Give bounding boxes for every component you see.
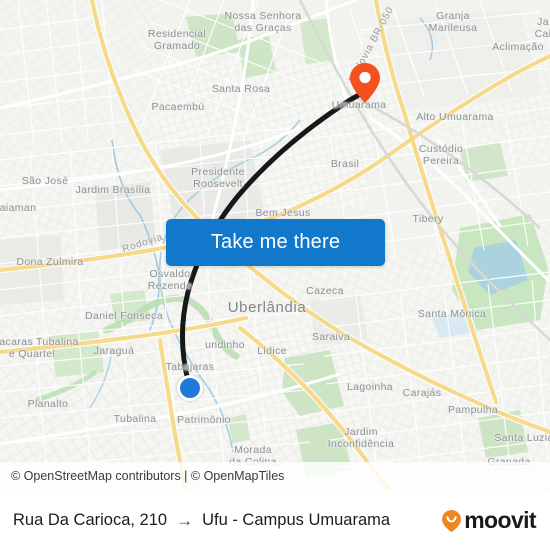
origin-location-dot[interactable] <box>177 375 203 401</box>
trip-destination-label: Ufu - Campus Umuarama <box>202 511 391 529</box>
moovit-pin-icon <box>441 509 462 533</box>
trip-origin-label: Rua Da Carioca, 210 <box>13 511 168 529</box>
moovit-trip-map-screen: Rodovia BR-050 Rodovia BR Nossa Senhora … <box>0 0 550 550</box>
moovit-wordmark: moovit <box>464 507 536 533</box>
attribution-text: © OpenStreetMap contributors | © OpenMap… <box>11 469 285 483</box>
take-me-there-button[interactable]: Take me there <box>166 219 385 266</box>
moovit-logo[interactable]: moovit <box>441 507 550 534</box>
destination-pin-icon[interactable] <box>349 62 381 104</box>
trip-footer-bar: Rua Da Carioca, 210 → Ufu - Campus Umuar… <box>0 490 550 550</box>
map-attribution: © OpenStreetMap contributors | © OpenMap… <box>0 462 550 490</box>
arrow-right-icon: → <box>176 510 194 530</box>
trip-summary: Rua Da Carioca, 210 → Ufu - Campus Umuar… <box>0 511 441 531</box>
